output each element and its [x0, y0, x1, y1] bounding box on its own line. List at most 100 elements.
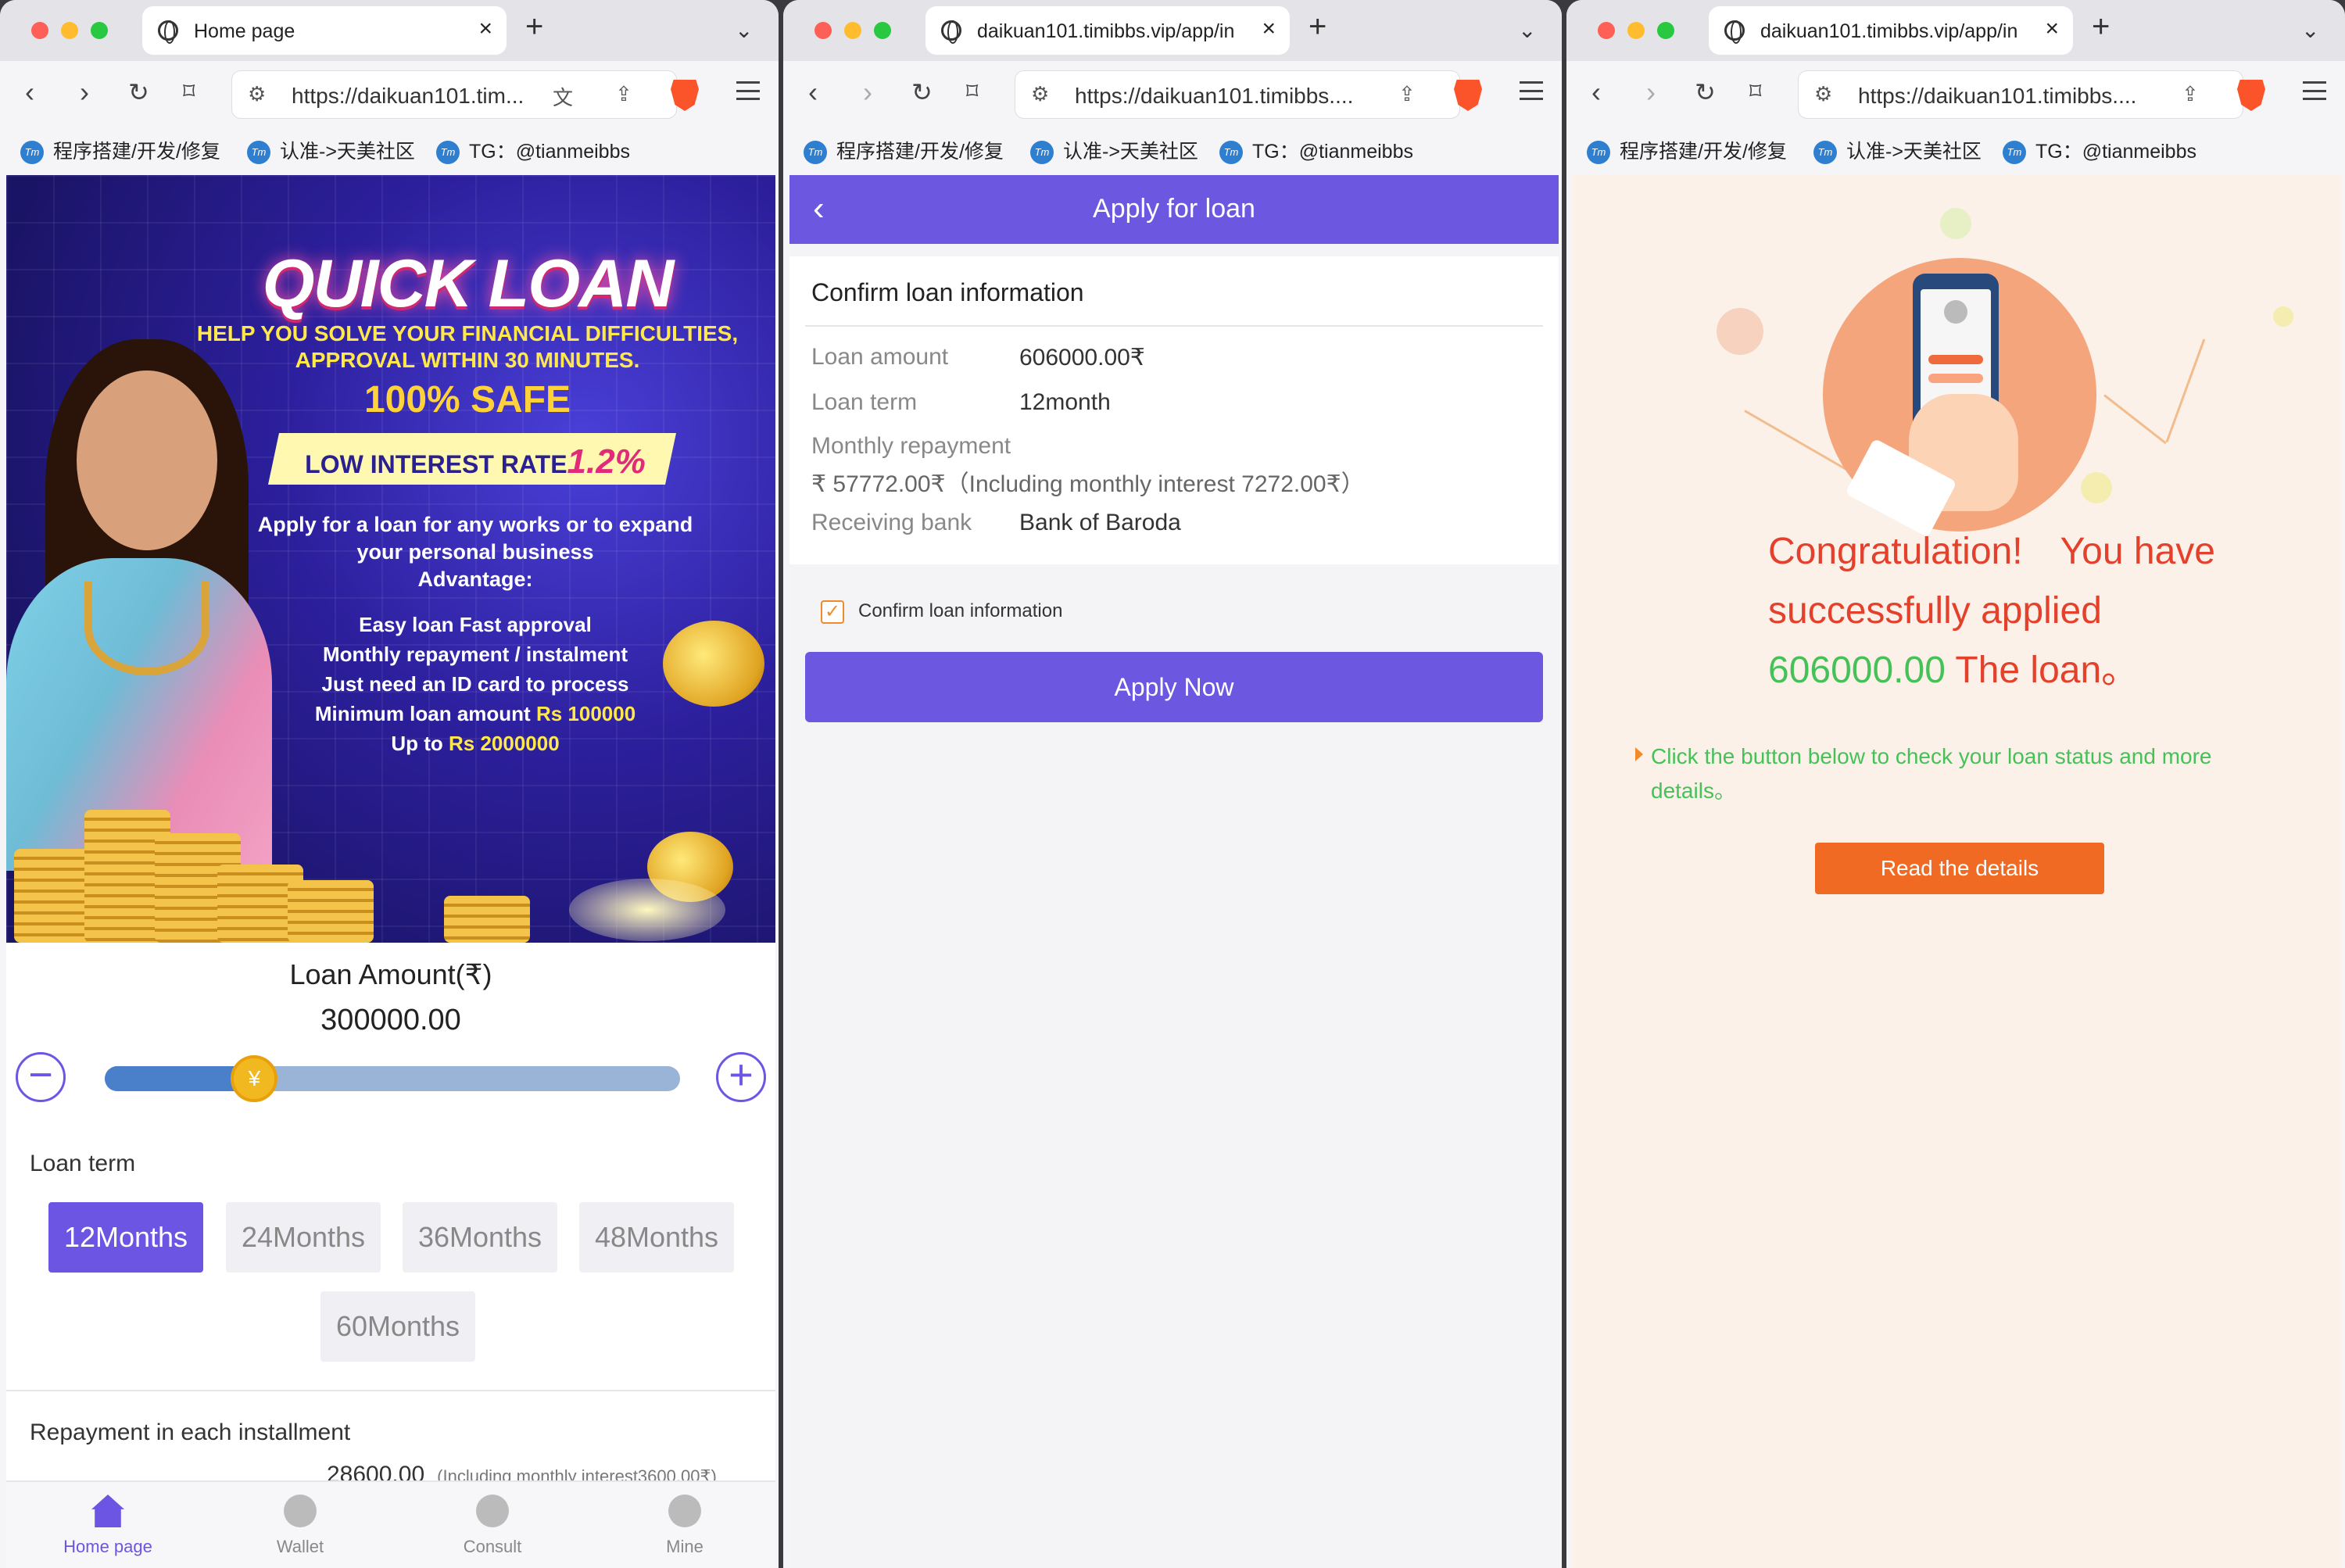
back-icon[interactable]: ‹: [25, 77, 34, 108]
bookmark-item[interactable]: Tm 程序搭建/开发/修复: [20, 136, 220, 165]
address-bar[interactable]: ⚙ https://daikuan101.tim... 文 ⇪: [231, 70, 677, 119]
globe-icon: [158, 20, 178, 44]
success-page: Congratulation! You have successfully ap…: [1573, 175, 2342, 1568]
browser-tab[interactable]: Home page ×: [142, 6, 507, 55]
banner-subtitle: HELP YOU SOLVE YOUR FINANCIAL DIFFICULTI…: [196, 321, 739, 372]
bookmark-favicon-icon: Tm: [247, 141, 270, 165]
minimize-window-button[interactable]: [1627, 22, 1645, 39]
nav-mine[interactable]: Mine: [607, 1490, 763, 1557]
tab-list-chevron-icon[interactable]: ⌄: [1518, 17, 1536, 43]
bookmark-icon[interactable]: ⌑: [966, 77, 978, 108]
increase-amount-button[interactable]: +: [716, 1052, 766, 1102]
promo-banner[interactable]: QUICK LOAN HELP YOU SOLVE YOUR FINANCIAL…: [6, 175, 775, 943]
back-icon[interactable]: ‹: [808, 77, 818, 108]
bookmark-item[interactable]: Tm 认准->天美社区: [1030, 136, 1198, 165]
close-tab-icon[interactable]: ×: [1262, 16, 1276, 42]
new-tab-button[interactable]: +: [2092, 9, 2110, 45]
share-icon[interactable]: ⇪: [1398, 82, 1416, 106]
banner-body: Apply for a loan for any works or to exp…: [257, 513, 693, 591]
bookmarks-bar: Tm 程序搭建/开发/修复 Tm 认准->天美社区 Tm TG：@tianmeibbs: [0, 128, 779, 172]
tab-bar: Home page × + ⌄: [0, 0, 779, 61]
bookmark-item[interactable]: Tm 程序搭建/开发/修复: [804, 136, 1004, 165]
nav-home[interactable]: Home page: [30, 1490, 186, 1557]
bookmark-icon[interactable]: ⌑: [1749, 77, 1761, 108]
reload-icon[interactable]: ↻: [911, 77, 933, 108]
term-option-60[interactable]: 60Months: [320, 1291, 475, 1362]
globe-icon: [1724, 20, 1745, 44]
browser-window-success: daikuan101.timibbs.vip/app/in × + ⌄ ‹ › …: [1566, 0, 2345, 1568]
loan-amount-label: Loan Amount(₹): [289, 958, 492, 990]
arrow-right-icon: [1635, 747, 1643, 761]
bookmark-item[interactable]: Tm 认准->天美社区: [247, 136, 415, 165]
page-header: ‹ Apply for loan: [789, 175, 1559, 244]
decrease-amount-button[interactable]: −: [16, 1052, 66, 1102]
new-tab-button[interactable]: +: [1309, 9, 1326, 45]
site-settings-icon[interactable]: ⚙: [1814, 82, 1832, 106]
confirm-checkbox[interactable]: ✓: [821, 600, 844, 624]
loan-amount-slider[interactable]: [105, 1066, 680, 1091]
browser-tab[interactable]: daikuan101.timibbs.vip/app/in ×: [925, 6, 1290, 55]
close-window-button[interactable]: [31, 22, 48, 39]
bookmark-item[interactable]: Tm TG：@tianmeibbs: [436, 136, 630, 165]
confirm-label: Confirm loan information: [858, 600, 1063, 621]
share-icon[interactable]: ⇪: [615, 82, 632, 106]
zoom-window-button[interactable]: [1657, 22, 1674, 39]
bookmark-item[interactable]: Tm 认准->天美社区: [1813, 136, 1982, 165]
tab-bar: daikuan101.timibbs.vip/app/in × + ⌄: [1566, 0, 2345, 61]
wallet-icon: [284, 1495, 317, 1527]
forward-icon[interactable]: ›: [80, 77, 89, 108]
bottom-nav: Home page Wallet Consult Mine: [6, 1480, 775, 1568]
address-bar[interactable]: ⚙ https://daikuan101.timibbs.... ⇪: [1015, 70, 1460, 119]
menu-icon[interactable]: [1520, 81, 1543, 100]
loan-amount-value: 300000.00: [320, 1004, 461, 1036]
minimize-window-button[interactable]: [61, 22, 78, 39]
term-option-48[interactable]: 48Months: [579, 1202, 734, 1273]
apply-now-button[interactable]: Apply Now: [805, 652, 1543, 722]
banner-safe: 100% SAFE: [363, 379, 571, 421]
card-title: Confirm loan information: [811, 278, 1084, 306]
share-icon[interactable]: ⇪: [2182, 82, 2199, 106]
term-option-24[interactable]: 24Months: [226, 1202, 381, 1273]
back-icon[interactable]: ‹: [1591, 77, 1601, 108]
receiving-bank-value: Bank of Baroda: [1019, 510, 1181, 535]
bookmark-item[interactable]: Tm 程序搭建/开发/修复: [1587, 136, 1787, 165]
browser-tab[interactable]: daikuan101.timibbs.vip/app/in ×: [1709, 6, 2073, 55]
site-settings-icon[interactable]: ⚙: [1031, 82, 1049, 106]
close-tab-icon[interactable]: ×: [478, 16, 492, 42]
nav-consult[interactable]: Consult: [414, 1490, 571, 1557]
menu-icon[interactable]: [2303, 81, 2326, 100]
new-tab-button[interactable]: +: [525, 9, 543, 45]
loan-term-label: Loan term: [30, 1151, 136, 1176]
monthly-repayment-value: ₹ 57772.00₹（Including monthly interest 7…: [811, 471, 1365, 497]
term-option-36[interactable]: 36Months: [403, 1202, 557, 1273]
nav-wallet[interactable]: Wallet: [222, 1490, 378, 1557]
translate-icon[interactable]: 文: [553, 82, 573, 111]
forward-icon[interactable]: ›: [1646, 77, 1656, 108]
minimize-window-button[interactable]: [844, 22, 861, 39]
menu-icon[interactable]: [736, 81, 760, 100]
zoom-window-button[interactable]: [91, 22, 108, 39]
tab-bar: daikuan101.timibbs.vip/app/in × + ⌄: [783, 0, 1562, 61]
close-window-button[interactable]: [1598, 22, 1615, 39]
site-settings-icon[interactable]: ⚙: [248, 82, 266, 106]
bookmark-icon[interactable]: ⌑: [183, 77, 195, 108]
read-details-button[interactable]: Read the details: [1815, 843, 2104, 894]
bookmark-item[interactable]: Tm TG：@tianmeibbs: [2003, 136, 2196, 165]
reload-icon[interactable]: ↻: [128, 77, 149, 108]
home-icon: [91, 1495, 124, 1527]
forward-icon[interactable]: ›: [863, 77, 872, 108]
tab-list-chevron-icon[interactable]: ⌄: [735, 17, 753, 43]
bookmark-item[interactable]: Tm TG：@tianmeibbs: [1219, 136, 1413, 165]
address-bar[interactable]: ⚙ https://daikuan101.timibbs.... ⇪: [1798, 70, 2243, 119]
tab-list-chevron-icon[interactable]: ⌄: [2301, 17, 2319, 43]
nav-bar: ‹ › ↻ ⌑ ⚙ https://daikuan101.timibbs....…: [1566, 61, 2345, 128]
bookmark-favicon-icon: Tm: [1219, 141, 1243, 165]
close-tab-icon[interactable]: ×: [2045, 16, 2059, 42]
term-option-12[interactable]: 12Months: [48, 1202, 203, 1273]
apply-page: ‹ Apply for loan Confirm loan informatio…: [789, 175, 1559, 1568]
monthly-repayment-label: Monthly repayment: [811, 433, 1011, 459]
reload-icon[interactable]: ↻: [1695, 77, 1716, 108]
zoom-window-button[interactable]: [874, 22, 891, 39]
slider-thumb[interactable]: ¥: [231, 1055, 278, 1102]
close-window-button[interactable]: [814, 22, 832, 39]
